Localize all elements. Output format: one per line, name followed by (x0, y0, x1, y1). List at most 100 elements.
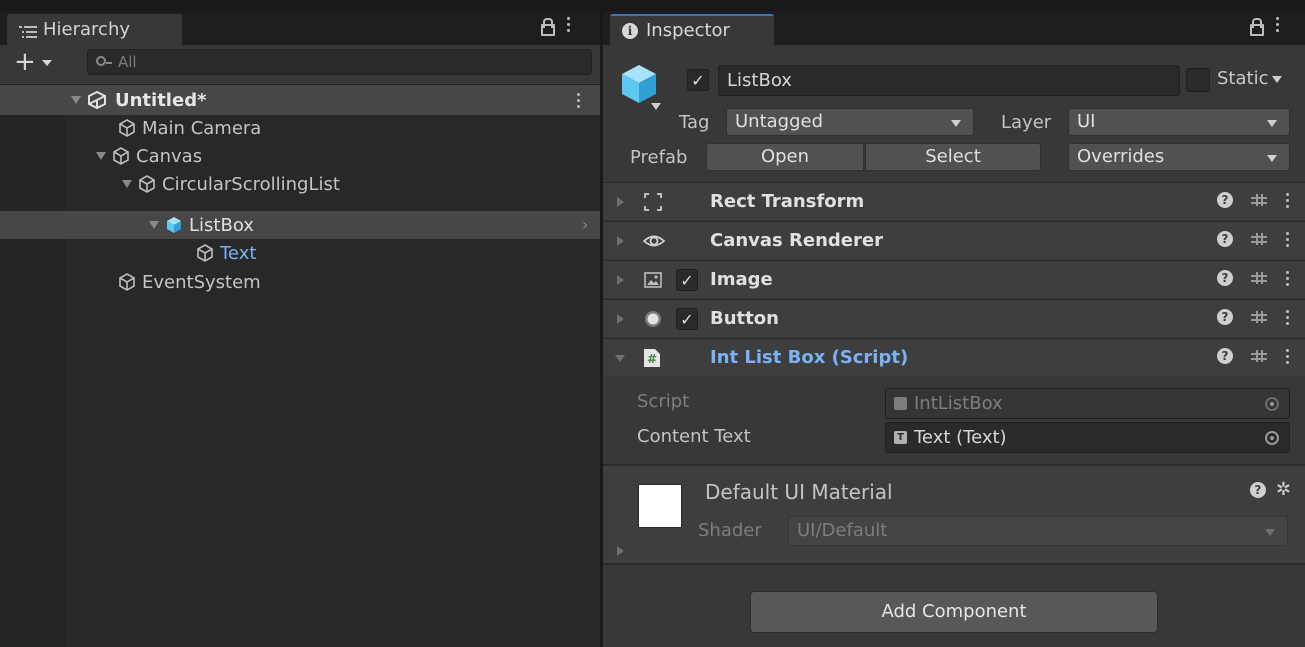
prefab-select-button[interactable]: Select (865, 143, 1041, 171)
prefab-label: Prefab (630, 147, 688, 168)
content-text-label: Content Text (637, 426, 751, 447)
kebab-menu-icon[interactable] (1285, 231, 1289, 247)
hierarchy-item-event-system[interactable]: EventSystem (118, 268, 261, 296)
info-icon: i (622, 22, 638, 39)
layer-value: UI (1077, 111, 1096, 132)
tag-dropdown[interactable]: Untagged (726, 108, 974, 136)
hierarchy-item-listbox[interactable]: ListBox (149, 211, 254, 239)
foldout-arrow-icon[interactable] (617, 236, 624, 246)
add-dropdown-arrow-icon[interactable] (42, 60, 52, 66)
component-actions: ? (1217, 348, 1289, 364)
hierarchy-panel: Hierarchy + All Untitled* Main Camera Ca… (0, 11, 600, 647)
lock-icon[interactable] (1249, 17, 1264, 36)
hierarchy-item-circular-scrolling-list[interactable]: CircularScrollingList (122, 170, 340, 198)
foldout-arrow-icon[interactable] (615, 355, 625, 362)
script-field: IntListBox (885, 388, 1290, 419)
text-component-icon: T (894, 431, 907, 444)
tab-inspector[interactable]: i Inspector (610, 14, 774, 45)
image-enabled-checkbox[interactable]: ✓ (676, 269, 698, 291)
presets-icon[interactable] (1251, 348, 1267, 364)
chevron-down-icon (951, 120, 961, 127)
help-icon[interactable]: ? (1217, 231, 1233, 247)
foldout-arrow-icon[interactable] (122, 180, 132, 188)
tab-hierarchy-label: Hierarchy (43, 19, 131, 40)
tab-hierarchy[interactable]: Hierarchy (7, 14, 182, 45)
inspector-panel: i Inspector ✓ ListBox Static Tag Untagge… (603, 11, 1305, 647)
component-title: Image (710, 269, 773, 290)
help-icon[interactable]: ? (1217, 348, 1233, 364)
component-button[interactable]: ✓ Button ? (603, 299, 1305, 337)
chevron-right-icon[interactable]: › (582, 215, 588, 234)
help-icon[interactable]: ? (1217, 192, 1233, 208)
kebab-menu-icon[interactable] (1285, 270, 1289, 286)
material-preview-swatch (638, 484, 682, 528)
presets-icon[interactable] (1251, 270, 1267, 286)
component-image[interactable]: ✓ Image ? (603, 260, 1305, 298)
hierarchy-item-text[interactable]: Text (196, 239, 256, 267)
foldout-arrow-icon[interactable] (617, 275, 624, 285)
svg-text:#: # (647, 352, 657, 366)
layer-dropdown[interactable]: UI (1068, 108, 1290, 136)
search-input[interactable]: All (87, 49, 592, 75)
material-section[interactable]: Default UI Material ? ✲ Shader UI/Defaul… (603, 466, 1305, 563)
eye-icon (642, 231, 666, 251)
hierarchy-item-main-camera[interactable]: Main Camera (118, 114, 261, 142)
kebab-menu-icon[interactable] (1285, 309, 1289, 325)
foldout-arrow-icon[interactable] (617, 197, 624, 207)
gameobject-icon (112, 147, 130, 165)
kebab-menu-icon[interactable] (1275, 17, 1279, 32)
foldout-arrow-icon[interactable] (71, 96, 81, 104)
icon-dropdown-arrow-icon[interactable] (651, 103, 661, 110)
add-button[interactable]: + (14, 49, 36, 75)
active-checkbox[interactable]: ✓ (687, 69, 709, 91)
component-int-list-box-script[interactable]: # Int List Box (Script) ? (603, 338, 1305, 376)
add-component-button[interactable]: Add Component (750, 591, 1158, 633)
foldout-arrow-icon[interactable] (617, 546, 624, 556)
component-actions: ? (1217, 231, 1289, 247)
presets-icon[interactable] (1251, 231, 1267, 247)
script-file-icon (894, 397, 907, 410)
kebab-menu-icon[interactable] (566, 17, 570, 32)
scene-kebab-icon[interactable] (576, 93, 580, 108)
content-text-field[interactable]: T Text (Text) (885, 422, 1290, 453)
shader-dropdown: UI/Default (788, 516, 1288, 546)
presets-icon[interactable] (1251, 309, 1267, 325)
material-name: Default UI Material (705, 480, 893, 504)
prefab-open-button[interactable]: Open (706, 143, 864, 171)
image-icon (643, 270, 663, 290)
hierarchy-item-label: CircularScrollingList (162, 173, 340, 195)
lock-icon[interactable] (540, 17, 555, 36)
button-enabled-checkbox[interactable]: ✓ (676, 308, 698, 330)
foldout-arrow-icon[interactable] (617, 314, 624, 324)
help-icon[interactable]: ? (1217, 309, 1233, 325)
scene-row[interactable]: Untitled* (0, 85, 600, 115)
help-icon[interactable]: ? (1249, 482, 1266, 498)
gear-icon[interactable]: ✲ (1276, 481, 1291, 499)
tag-value: Untagged (735, 111, 824, 132)
object-picker-icon (1265, 397, 1279, 411)
component-actions: ? (1217, 309, 1289, 325)
hierarchy-item-canvas[interactable]: Canvas (96, 142, 202, 170)
foldout-arrow-icon[interactable] (149, 221, 159, 229)
static-checkbox[interactable] (1186, 68, 1210, 92)
component-rect-transform[interactable]: Rect Transform ? (603, 182, 1305, 220)
foldout-arrow-icon[interactable] (96, 152, 106, 160)
hierarchy-item-label: EventSystem (142, 271, 261, 293)
hierarchy-item-label: Main Camera (142, 117, 262, 139)
rect-transform-icon (643, 192, 663, 212)
gameobject-prefab-icon[interactable] (619, 63, 659, 107)
presets-icon[interactable] (1251, 192, 1267, 208)
component-canvas-renderer[interactable]: Canvas Renderer ? (603, 221, 1305, 259)
kebab-menu-icon[interactable] (1285, 348, 1289, 364)
search-placeholder: All (118, 53, 137, 71)
help-icon[interactable]: ? (1217, 270, 1233, 286)
static-dropdown[interactable]: Static (1217, 68, 1283, 89)
object-picker-icon[interactable] (1265, 431, 1279, 445)
chevron-down-icon (1265, 529, 1275, 536)
object-name-field[interactable]: ListBox (718, 65, 1180, 96)
shader-label: Shader (698, 520, 762, 541)
prefab-overrides-dropdown[interactable]: Overrides (1068, 143, 1290, 171)
component-title: Int List Box (Script) (710, 347, 909, 368)
kebab-menu-icon[interactable] (1285, 192, 1289, 208)
component-title: Canvas Renderer (710, 230, 883, 251)
